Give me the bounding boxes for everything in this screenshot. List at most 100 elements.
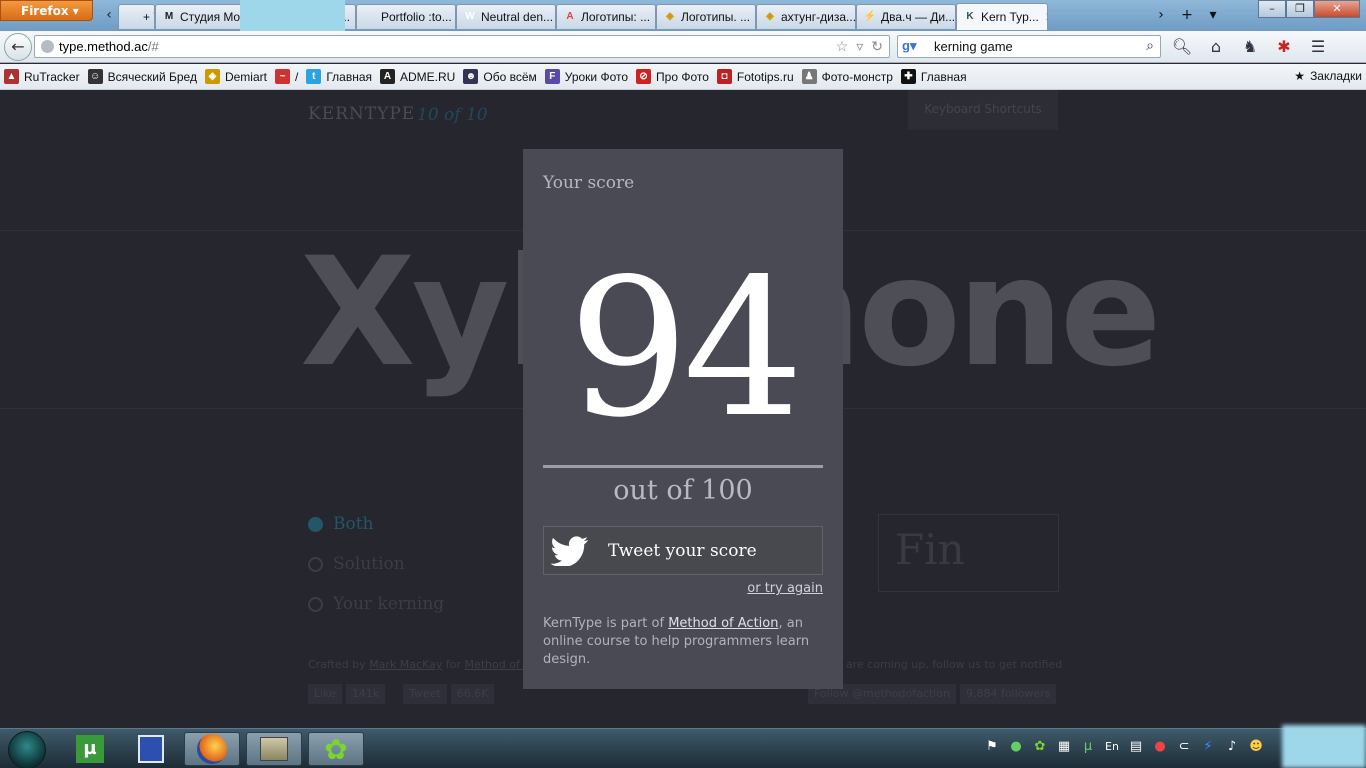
tray-blue-icon[interactable]: ⚡ (1200, 739, 1216, 755)
like-count: 141k (345, 684, 386, 704)
search-bar[interactable]: g▾ kerning game ⌕ (897, 35, 1161, 58)
bookmark-item[interactable]: ♟ Фото-монстр (801, 69, 893, 84)
bookmark-item[interactable]: ◈ Demiart (204, 69, 267, 84)
firefox-menu-button[interactable]: Firefox ▾ (0, 0, 93, 21)
bookmark-label: Уроки Фото (564, 69, 629, 84)
bookmark-item[interactable]: ✚ Главная (900, 69, 967, 84)
close-tab-icon[interactable]: ✕ (1045, 10, 1047, 24)
tab-4[interactable]: Portfolio :to... (356, 4, 456, 29)
bookmark-star-icon[interactable]: ☆ (836, 38, 849, 55)
bookmark-item[interactable]: ◘ Fototips.ru (716, 69, 794, 84)
twitter-bird-icon (550, 535, 589, 566)
back-button[interactable]: ← (4, 33, 32, 61)
paperclip-icon[interactable]: ⊂ (1176, 739, 1192, 755)
tab-list-dropdown-icon[interactable]: ▾ (1202, 4, 1224, 26)
clipboard-icon[interactable]: ▤ (1128, 739, 1144, 755)
bookmark-item[interactable]: ☻ Обо всём (463, 69, 537, 84)
tab-label: Kern Typ... (981, 10, 1039, 24)
language-icon[interactable]: En (1104, 739, 1120, 755)
tab-favicon-icon: ◈ (766, 11, 774, 22)
bookmark-label: Всяческий Бред (107, 69, 197, 84)
utorrent-tray-icon[interactable]: µ (1080, 739, 1096, 755)
bookmarks-menu[interactable]: ★ Закладки (1294, 69, 1362, 83)
org-link[interactable]: Method of A (464, 658, 530, 671)
tab-0[interactable]: + Т... (118, 4, 155, 29)
option-solution[interactable]: Solution (308, 554, 405, 574)
new-tab-icon[interactable]: + (1176, 4, 1198, 26)
bookmark-item[interactable]: ~ / (274, 69, 298, 84)
follow-widget[interactable]: Follow @methodofaction 9,884 followers (808, 684, 1060, 704)
menu-icon[interactable]: ☰ (1306, 35, 1330, 59)
author-link[interactable]: Mark MacKay (369, 658, 442, 671)
tab-8[interactable]: ◈ ахтунг-диза... (756, 4, 856, 29)
tab-favicon-icon: K (966, 11, 974, 22)
try-again-link[interactable]: or try again (747, 581, 823, 596)
tab-favicon-icon: ◈ (666, 11, 674, 22)
option-both[interactable]: Both (308, 514, 374, 534)
like-label: Like (308, 684, 342, 704)
tab-6[interactable]: A Логотипы: ... (556, 4, 656, 29)
search-icon[interactable]: ⌕ (1146, 37, 1154, 54)
facebook-like-widget[interactable]: Like 141k (308, 684, 389, 704)
bookmark-item[interactable]: F Уроки Фото (544, 69, 629, 84)
bookmark-list: ▲ RuTracker ☺ Всяческий Бред ◈ Demiart ~ / t Глав… (4, 69, 975, 84)
reload-icon[interactable]: ↻ (871, 38, 883, 55)
bookmark-label: Главная (326, 69, 373, 84)
bookmark-item[interactable]: t Главная (306, 69, 372, 84)
save-disk-taskbar-icon[interactable] (123, 732, 179, 766)
tray-people-icon[interactable]: ☻ (1248, 739, 1264, 755)
tab-favicon-icon: A (566, 11, 574, 22)
icq-taskbar-icon[interactable]: ✿ (308, 732, 364, 766)
tray-green-icon[interactable]: ● (1008, 739, 1024, 755)
zoom-icon[interactable]: 🔍︎ (1170, 35, 1194, 59)
bookmark-item[interactable]: ⊘ Про Фото (636, 69, 709, 84)
tab-9[interactable]: ⚡ Два.ч — Ди... (856, 4, 956, 29)
tab-5[interactable]: W Neutral den... (456, 4, 556, 29)
history-dropdown-icon[interactable]: ▿ (856, 38, 863, 55)
home-icon[interactable]: ⌂ (1204, 35, 1228, 59)
tabs-scroll-right-icon[interactable]: › (1150, 4, 1172, 26)
credit-line: Crafted by Mark MacKay for Method of A (308, 658, 531, 671)
start-button[interactable] (8, 731, 46, 768)
utorrent-taskbar-icon[interactable]: µ (62, 732, 118, 766)
keyboard-shortcuts-button[interactable]: Keyboard Shortcuts (908, 90, 1058, 130)
tweet-score-label: Tweet your score (608, 540, 757, 561)
tray-red-icon[interactable]: ● (1152, 739, 1168, 755)
window-controls: – ❐ ✕ (1258, 0, 1360, 18)
option-your-kerning[interactable]: Your kerning (308, 594, 444, 614)
firefox-taskbar-icon[interactable] (184, 732, 240, 766)
tab-7[interactable]: ◈ Логотипы. ... (656, 4, 756, 29)
bookmark-item[interactable]: ☺ Всяческий Бред (87, 69, 197, 84)
bookmark-item[interactable]: A ADME.RU (380, 69, 455, 84)
fin-button[interactable]: Fin (878, 514, 1059, 592)
tab-10[interactable]: K Kern Typ... ✕ (956, 3, 1048, 30)
tab-label: Студия Mot (180, 10, 244, 24)
radio-icon (308, 596, 323, 612)
maximize-button[interactable]: ❐ (1286, 0, 1314, 18)
redacted-clock (1282, 725, 1366, 768)
close-window-button[interactable]: ✕ (1314, 0, 1360, 18)
tab-favicon-icon (125, 10, 139, 24)
network-icon[interactable]: ▦ (1056, 739, 1072, 755)
bookmark-favicon-icon: ▲ (4, 69, 19, 84)
bookmark-favicon-icon: ⊘ (636, 69, 652, 84)
addon-red-icon[interactable]: ✱ (1272, 35, 1296, 59)
icq-tray-icon[interactable]: ✿ (1032, 739, 1048, 755)
bookmarks-toolbar: ▲ RuTracker ☺ Всяческий Бред ◈ Demiart ~ / t Глав… (0, 64, 1366, 90)
tab-label: ахтунг-диза... (781, 10, 856, 24)
bookmarks-menu-label: Закладки (1310, 69, 1362, 83)
tabs-scroll-left-icon[interactable]: ‹ (100, 4, 118, 28)
method-of-action-link[interactable]: Method of Action (668, 616, 778, 631)
minimize-button[interactable]: – (1258, 0, 1286, 18)
url-bar[interactable]: type.method.ac/# ☆ ▿ ↻ (34, 35, 890, 58)
google-icon[interactable]: g▾ (902, 39, 916, 53)
archive-taskbar-icon[interactable] (246, 732, 302, 766)
tweet-score-button[interactable]: Tweet your score (543, 526, 823, 575)
bookmark-item[interactable]: ▲ RuTracker (4, 69, 80, 84)
course-blurb: KernType is part of Method of Action, an… (543, 615, 823, 669)
flag-icon[interactable]: ⚑ (984, 739, 1000, 755)
volume-icon[interactable]: ♪ (1224, 739, 1240, 755)
tweet-widget[interactable]: Tweet 66.6K (403, 684, 498, 704)
addon-icon[interactable]: ♞ (1238, 35, 1262, 59)
bookmark-favicon-icon: ◈ (204, 69, 220, 84)
